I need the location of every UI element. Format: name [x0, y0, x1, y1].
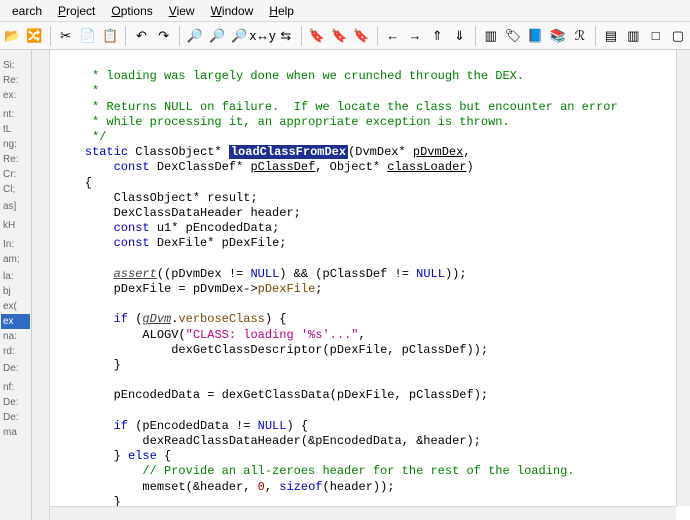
function-decl-highlight: loadClassFromDex: [229, 145, 348, 159]
nav-down-icon[interactable]: ⇓: [449, 25, 469, 47]
menu-options[interactable]: Options: [103, 2, 160, 20]
swap-icon[interactable]: 🔀: [24, 25, 44, 47]
sidebar-item[interactable]: ex(: [1, 299, 30, 314]
sidebar-item[interactable]: nt:: [1, 107, 30, 122]
menu-bar: earch Project Options View Window Help: [0, 0, 690, 22]
menu-search[interactable]: earch: [4, 2, 50, 20]
redo-icon[interactable]: ↷: [154, 25, 174, 47]
find-prev-icon[interactable]: 🔎: [229, 25, 249, 47]
book-icon[interactable]: 📘: [525, 25, 545, 47]
toolbar-separator: [377, 26, 378, 46]
bookmark-prev-icon[interactable]: 🔖: [351, 25, 371, 47]
sidebar-item[interactable]: Cl;: [1, 182, 30, 197]
sidebar-item[interactable]: ex: [1, 314, 30, 329]
sidebar-item[interactable]: De:: [1, 361, 30, 376]
toolbar-separator: [125, 26, 126, 46]
split-v-icon[interactable]: ▥: [623, 25, 643, 47]
sidebar-item[interactable]: ex:: [1, 88, 30, 103]
sidebar-item[interactable]: De:: [1, 410, 30, 425]
sidebar-item[interactable]: ma: [1, 425, 30, 440]
toolbar: 📂🔀✂📄📋↶↷🔎🔎🔎x↔y⇆🔖🔖🔖←→⇑⇓▥🏷📘📚ℛ▤▥□▢: [0, 22, 690, 50]
paste-icon[interactable]: 📋: [100, 25, 120, 47]
nav-back-icon[interactable]: ←: [383, 25, 403, 47]
menu-help[interactable]: Help: [261, 2, 302, 20]
sidebar-item[interactable]: la:: [1, 269, 30, 284]
sidebar-item[interactable]: De:: [1, 395, 30, 410]
ref-icon[interactable]: ℛ: [570, 25, 590, 47]
workspace: Si:Re:ex:nt:tLng:Re:Cr:Cl;as]kHIn:am;la:…: [0, 50, 690, 520]
sidebar-item[interactable]: ng:: [1, 137, 30, 152]
cut-icon[interactable]: ✂: [55, 25, 75, 47]
toolbar-separator: [179, 26, 180, 46]
editor-gutter: [32, 50, 50, 520]
compare-icon[interactable]: ⇆: [276, 25, 296, 47]
sidebar-item[interactable]: Cr:: [1, 167, 30, 182]
sidebar-item[interactable]: tL: [1, 122, 30, 137]
menu-window[interactable]: Window: [203, 2, 262, 20]
horizontal-scrollbar[interactable]: [50, 506, 676, 520]
sidebar-item[interactable]: Si:: [1, 58, 30, 73]
code-area[interactable]: * loading was largely done when we crunc…: [50, 50, 676, 506]
window-icon[interactable]: ▢: [668, 25, 688, 47]
sidebar-item[interactable]: rd:: [1, 344, 30, 359]
toolbar-separator: [301, 26, 302, 46]
split-h-icon[interactable]: ▤: [601, 25, 621, 47]
find-icon[interactable]: 🔎: [185, 25, 205, 47]
books-icon[interactable]: 📚: [547, 25, 567, 47]
replace-icon[interactable]: x↔y: [252, 25, 274, 47]
bookmark-toggle-icon[interactable]: 🔖: [307, 25, 327, 47]
find-next-icon[interactable]: 🔎: [207, 25, 227, 47]
sidebar-item[interactable]: nf:: [1, 380, 30, 395]
unsplit-icon[interactable]: □: [645, 25, 665, 47]
vertical-scrollbar[interactable]: [676, 50, 690, 506]
sidebar-item[interactable]: na:: [1, 329, 30, 344]
toolbar-separator: [475, 26, 476, 46]
menu-project[interactable]: Project: [50, 2, 103, 20]
code-editor[interactable]: * loading was largely done when we crunc…: [32, 50, 690, 520]
sidebar-item[interactable]: In:: [1, 237, 30, 252]
copy-icon[interactable]: 📄: [78, 25, 98, 47]
undo-icon[interactable]: ↶: [131, 25, 151, 47]
open-folder-icon[interactable]: 📂: [2, 25, 22, 47]
symbol-sidebar[interactable]: Si:Re:ex:nt:tLng:Re:Cr:Cl;as]kHIn:am;la:…: [0, 50, 32, 520]
toolbar-separator: [595, 26, 596, 46]
toolbar-separator: [50, 26, 51, 46]
nav-fwd-icon[interactable]: →: [405, 25, 425, 47]
sidebar-item[interactable]: as]: [1, 199, 30, 214]
nav-up-icon[interactable]: ⇑: [427, 25, 447, 47]
sidebar-item[interactable]: kH: [1, 218, 30, 233]
sidebar-item[interactable]: Re:: [1, 152, 30, 167]
tag-icon[interactable]: 🏷: [503, 25, 523, 47]
menu-view[interactable]: View: [161, 2, 203, 20]
bookmark-next-icon[interactable]: 🔖: [329, 25, 349, 47]
terminal-icon[interactable]: ▥: [481, 25, 501, 47]
sidebar-item[interactable]: bj: [1, 284, 30, 299]
sidebar-item[interactable]: am;: [1, 252, 30, 267]
sidebar-item[interactable]: Re:: [1, 73, 30, 88]
